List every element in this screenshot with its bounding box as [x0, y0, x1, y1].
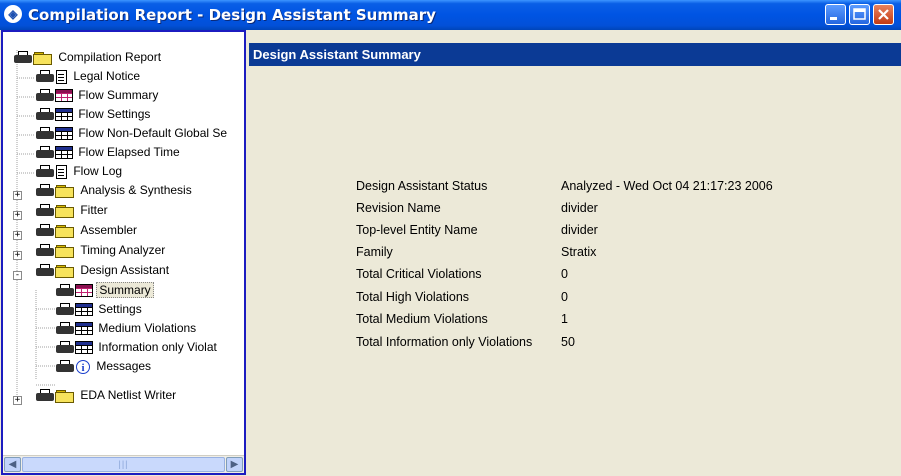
- maximize-icon: [853, 8, 866, 20]
- summary-key: Family: [356, 245, 393, 259]
- printer-icon[interactable]: [55, 283, 75, 298]
- tree-item-settings[interactable]: Settings: [55, 300, 144, 319]
- summary-key: Total Critical Violations: [356, 267, 482, 281]
- panel-title: Design Assistant Summary: [249, 43, 901, 66]
- summary-key: Total Medium Violations: [356, 312, 488, 326]
- document-icon: [56, 164, 68, 179]
- folder-icon: [55, 389, 75, 403]
- summary-value: 0: [561, 290, 568, 304]
- summary-value: 1: [561, 312, 568, 326]
- grip-icon: |||: [118, 459, 129, 469]
- tree-item-design-assistant[interactable]: Design Assistant: [35, 261, 171, 280]
- printer-icon[interactable]: [35, 263, 55, 278]
- folder-open-icon: [33, 51, 53, 65]
- printer-icon[interactable]: [55, 359, 75, 374]
- summary-value: 50: [561, 335, 575, 349]
- summary-value: Analyzed - Wed Oct 04 21:17:23 2006: [561, 179, 773, 193]
- document-icon: [56, 69, 68, 84]
- folder-icon: [55, 224, 75, 238]
- tree-item-flow-log[interactable]: Flow Log: [35, 162, 124, 181]
- table-pink-icon: [55, 89, 73, 103]
- printer-icon[interactable]: [55, 321, 75, 336]
- expand-toggle[interactable]: +: [13, 191, 22, 200]
- summary-key: Revision Name: [356, 201, 441, 215]
- folder-icon: [55, 204, 75, 218]
- scrollbar-thumb[interactable]: |||: [22, 457, 225, 472]
- summary-key: Total High Violations: [356, 290, 470, 304]
- expand-toggle[interactable]: +: [13, 211, 22, 220]
- tree-item-eda-netlist-writer[interactable]: EDA Netlist Writer: [35, 386, 178, 405]
- minimize-icon: [830, 17, 837, 20]
- title-bar[interactable]: ◈ Compilation Report - Design Assistant …: [0, 0, 901, 30]
- tree-item-flow-summary[interactable]: Flow Summary: [35, 86, 160, 105]
- printer-icon[interactable]: [35, 388, 55, 403]
- tree-item-messages[interactable]: i Messages: [55, 357, 153, 376]
- tree-item-flow-settings[interactable]: Flow Settings: [35, 105, 152, 124]
- printer-icon[interactable]: [35, 223, 55, 238]
- tree-item-assembler[interactable]: Assembler: [35, 221, 139, 240]
- printer-icon[interactable]: [35, 164, 55, 179]
- scroll-right-button[interactable]: ▶: [226, 457, 243, 472]
- table-icon: [55, 108, 73, 122]
- chevron-left-icon: ◀: [8, 459, 17, 470]
- printer-icon[interactable]: [55, 340, 75, 355]
- report-tree[interactable]: Compilation Report Legal Notice Flow Sum…: [1, 30, 246, 475]
- folder-icon: [55, 244, 75, 258]
- info-icon: i: [75, 359, 91, 375]
- close-button[interactable]: [873, 4, 894, 25]
- printer-icon[interactable]: [35, 243, 55, 258]
- expand-toggle[interactable]: +: [13, 396, 22, 405]
- printer-icon[interactable]: [35, 88, 55, 103]
- folder-open-icon: [55, 264, 75, 278]
- summary-value: divider: [561, 223, 598, 237]
- close-icon: [878, 9, 889, 20]
- table-pink-icon: [75, 284, 93, 298]
- printer-icon[interactable]: [35, 107, 55, 122]
- table-icon: [75, 341, 93, 355]
- tree-item-flow-non-default-global-settings[interactable]: Flow Non-Default Global Se: [35, 124, 229, 143]
- tree-item-fitter[interactable]: Fitter: [35, 201, 110, 220]
- tree-item-medium-violations[interactable]: Medium Violations: [55, 319, 198, 338]
- summary-key: Top-level Entity Name: [356, 223, 478, 237]
- window-title: Compilation Report - Design Assistant Su…: [28, 6, 436, 24]
- summary-panel: Design Assistant Summary Design Assistan…: [249, 43, 901, 476]
- summary-key: Total Information only Violations: [356, 335, 533, 349]
- printer-icon[interactable]: [55, 302, 75, 317]
- printer-icon[interactable]: [35, 183, 55, 198]
- tree-item-compilation-report[interactable]: Compilation Report: [13, 48, 163, 67]
- table-icon: [55, 127, 73, 141]
- tree-item-flow-elapsed-time[interactable]: Flow Elapsed Time: [35, 143, 182, 162]
- summary-value: 0: [561, 267, 568, 281]
- minimize-button[interactable]: [825, 4, 846, 25]
- summary-key: Design Assistant Status: [356, 179, 488, 193]
- expand-toggle[interactable]: +: [13, 251, 22, 260]
- printer-icon[interactable]: [35, 145, 55, 160]
- scroll-left-button[interactable]: ◀: [4, 457, 21, 472]
- chevron-right-icon: ▶: [230, 459, 239, 470]
- printer-icon[interactable]: [13, 50, 33, 65]
- maximize-button[interactable]: [849, 4, 870, 25]
- table-icon: [75, 322, 93, 336]
- folder-icon: [55, 184, 75, 198]
- app-icon[interactable]: ◈: [4, 5, 22, 23]
- tree-item-legal-notice[interactable]: Legal Notice: [35, 67, 142, 86]
- expand-toggle[interactable]: +: [13, 231, 22, 240]
- tree-item-information-only-violations[interactable]: Information only Violat: [55, 338, 219, 357]
- summary-value: divider: [561, 201, 598, 215]
- tree-item-summary[interactable]: Summary: [55, 281, 154, 300]
- tree-item-timing-analyzer[interactable]: Timing Analyzer: [35, 241, 167, 260]
- collapse-toggle[interactable]: -: [13, 271, 22, 280]
- table-icon: [75, 303, 93, 317]
- table-icon: [55, 146, 73, 160]
- tree-item-analysis-synthesis[interactable]: Analysis & Synthesis: [35, 181, 194, 200]
- printer-icon[interactable]: [35, 203, 55, 218]
- summary-value: Stratix: [561, 245, 597, 259]
- printer-icon[interactable]: [35, 69, 55, 84]
- printer-icon[interactable]: [35, 126, 55, 141]
- horizontal-scrollbar[interactable]: ◀ ||| ▶: [3, 455, 244, 473]
